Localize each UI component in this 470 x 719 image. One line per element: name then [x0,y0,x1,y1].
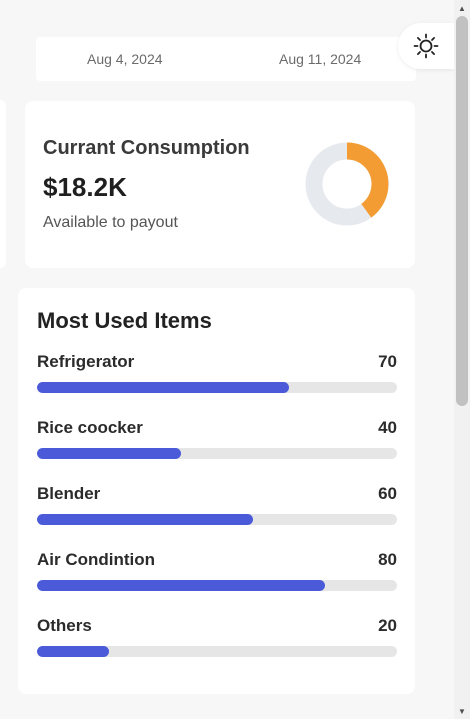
list-item-blender: Blender 60 [37,484,397,534]
progress-track [37,646,397,657]
scrollbar-thumb[interactable] [456,16,468,406]
progress-fill [37,382,289,393]
consumption-title: Currant Consumption [43,137,250,159]
sun-icon [413,33,439,59]
item-value: 60 [378,484,397,503]
date-range-start[interactable]: Aug 4, 2024 [87,51,163,67]
date-range-end[interactable]: Aug 11, 2024 [279,51,361,67]
consumption-card: Currant Consumption $18.2K Available to … [25,101,415,268]
vertical-scrollbar[interactable]: ▲ ▼ [454,0,470,719]
progress-fill [37,646,109,657]
item-value: 40 [378,418,397,437]
scroll-down-arrow-icon[interactable]: ▼ [454,703,470,719]
progress-track [37,448,397,459]
scroll-up-arrow-icon[interactable]: ▲ [454,0,470,16]
progress-track [37,580,397,591]
consumption-donut-chart [305,142,389,226]
item-value: 80 [378,550,397,569]
list-item-others: Others 20 [37,616,397,666]
item-label: Blender [37,484,101,503]
item-value: 70 [378,352,397,371]
consumption-subtitle: Available to payout [43,214,178,231]
most-used-items-card: Most Used Items Refrigerator 70 Rice coo… [18,288,415,694]
theme-toggle-button[interactable] [398,23,454,69]
consumption-amount: $18.2K [43,172,127,202]
progress-fill [37,580,325,591]
item-label: Refrigerator [37,352,135,371]
item-label: Rice coocker [37,418,143,437]
progress-track [37,514,397,525]
item-label: Air Condintion [37,550,156,569]
most-used-items-title: Most Used Items [37,308,212,333]
progress-fill [37,514,253,525]
progress-track [37,382,397,393]
list-item-air-condition: Air Condintion 80 [37,550,397,600]
list-item-rice-cooker: Rice coocker 40 [37,418,397,468]
item-value: 20 [378,616,397,635]
list-item-refrigerator: Refrigerator 70 [37,352,397,402]
date-range-bar[interactable]: Aug 4, 2024 Aug 11, 2024 [36,37,416,81]
progress-fill [37,448,181,459]
previous-card-edge [0,100,6,268]
item-label: Others [37,616,92,635]
